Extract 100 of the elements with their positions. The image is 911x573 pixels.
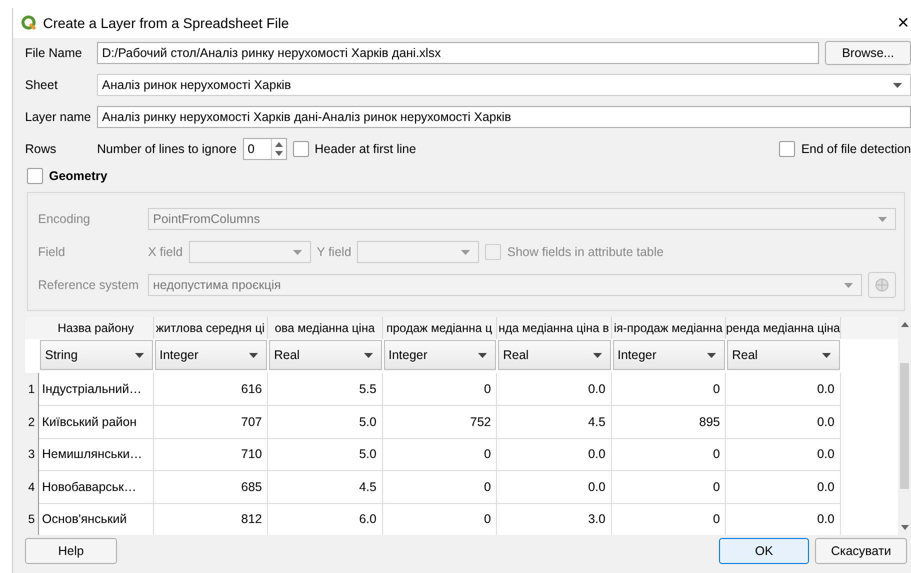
table-cell: 0.0 (497, 373, 612, 406)
caret-icon[interactable] (364, 352, 372, 358)
scrollbar[interactable] (898, 317, 911, 535)
sheet-dropdown[interactable]: Аналіз ринок нерухомості Харків (97, 74, 911, 96)
field-label: Reference system (38, 278, 140, 292)
crs-dropdown[interactable]: недопустима проєкція (148, 274, 862, 296)
caret-icon[interactable] (592, 352, 602, 358)
checkbox-label: Show fields in attribute table (507, 245, 664, 259)
table-cell: 0 (612, 470, 726, 504)
table-cell: 685 (154, 470, 268, 504)
table-cell: 0.0 (726, 503, 840, 535)
help-button[interactable]: Help (25, 538, 117, 564)
field-label: Number of lines to ignore (97, 142, 237, 156)
scroll-down-icon[interactable] (900, 525, 908, 531)
x-field-dropdown[interactable] (188, 241, 311, 263)
column-header[interactable]: нда медіанна ціна в (497, 317, 612, 339)
table-cell: 5.0 (268, 406, 382, 438)
field-label: File Name (25, 46, 83, 60)
type-dropdown[interactable]: Integer (154, 340, 267, 370)
caret-icon[interactable] (822, 352, 830, 358)
table-cell: 0.0 (726, 373, 840, 406)
checkbox-label: End of file detection (801, 142, 911, 156)
caret-icon[interactable] (893, 82, 902, 88)
scroll-up-icon[interactable] (900, 321, 908, 327)
field-label: Y field (316, 245, 352, 259)
checkbox[interactable] (27, 168, 43, 184)
type-dropdown[interactable]: Integer (612, 340, 725, 370)
checkbox[interactable] (779, 141, 796, 157)
file-name-field[interactable]: D:/Рабочий стол/Аналіз ринку нерухомості Харків дані.xlsx (97, 42, 819, 64)
table-cell: 0 (382, 373, 497, 406)
field-label: Encoding (38, 212, 92, 226)
layer-name-field[interactable]: Аналіз ринку нерухомості Харків дані-Аналіз ринок нерухомості Харків (97, 106, 911, 128)
close-button[interactable]: × (897, 12, 911, 34)
crs-select-button[interactable] (868, 272, 896, 298)
row-number: 3 (25, 438, 39, 471)
table-cell: Основ'янський (39, 503, 154, 535)
column-header[interactable]: ова медіанна ціна (268, 317, 382, 339)
cancel-button[interactable]: Скасувати (815, 538, 907, 564)
field-label: Rows (25, 142, 58, 156)
row-number: 1 (25, 373, 39, 406)
table-cell: 616 (154, 373, 268, 406)
table-cell: 4.5 (268, 470, 382, 504)
type-dropdown[interactable]: Real (269, 340, 382, 370)
table-cell: 0.0 (497, 438, 612, 471)
table-cell: Київський район (39, 406, 154, 438)
table-cell: 0 (382, 503, 497, 535)
table-cell: 3.0 (497, 503, 612, 535)
row-number: 4 (25, 470, 39, 504)
table-cell: 707 (154, 406, 268, 438)
table-cell: 6.0 (268, 503, 382, 535)
checkbox[interactable] (292, 141, 309, 157)
y-field-dropdown[interactable] (357, 241, 480, 263)
table-cell: 0 (612, 438, 726, 471)
checkbox-label: Header at first line (314, 142, 416, 156)
table-cell: 0 (612, 503, 726, 535)
column-header[interactable]: продаж медіанна ц (382, 317, 497, 339)
table-cell: 0 (382, 470, 497, 504)
caret-icon[interactable] (707, 352, 716, 358)
table-cell: 0 (382, 438, 497, 471)
table-cell: 895 (612, 406, 726, 438)
type-dropdown[interactable]: Integer (384, 340, 496, 370)
table-cell: 0 (612, 373, 726, 406)
caret-icon[interactable] (134, 352, 144, 358)
lines-spinbox[interactable]: 0 (242, 138, 287, 160)
logo-icon (21, 15, 37, 31)
field-label: Layer name (25, 110, 91, 124)
table-cell: 0.0 (497, 470, 612, 504)
column-header[interactable]: Назва району (39, 317, 154, 339)
globe-icon[interactable] (874, 277, 890, 293)
table-cell: 5.0 (268, 438, 382, 471)
browse-button[interactable]: Browse... (825, 41, 911, 65)
row-number: 5 (25, 503, 39, 535)
window-title: Create a Layer from a Spreadsheet File (43, 15, 290, 31)
table-cell: 5.5 (268, 373, 382, 406)
ok-button[interactable]: OK (719, 538, 809, 564)
table-cell: 710 (154, 438, 268, 471)
caret-icon[interactable] (249, 352, 258, 358)
table-cell: Новобаварськ… (39, 470, 154, 504)
type-dropdown[interactable]: Real (498, 340, 610, 370)
table-cell: Індустріальний… (39, 373, 154, 406)
field-label: Sheet (25, 78, 59, 92)
row-number: 2 (25, 406, 39, 438)
column-header[interactable]: ія-продаж медіанна (612, 317, 726, 339)
table-cell: 0.0 (726, 470, 840, 504)
table-cell: 812 (154, 503, 268, 535)
type-dropdown[interactable]: Real (727, 340, 840, 370)
table-cell: 752 (382, 406, 497, 438)
caret-icon[interactable] (478, 352, 487, 358)
type-dropdown[interactable]: String (40, 340, 152, 370)
field-label: X field (148, 245, 183, 259)
group-title: Geometry (49, 169, 108, 183)
table-cell: 0.0 (726, 406, 840, 438)
checkbox[interactable] (485, 244, 502, 260)
encoding-dropdown[interactable]: PointFromColumns (148, 208, 896, 230)
spin-arrows-icon[interactable] (274, 140, 283, 158)
column-header[interactable]: житлова середня ці (154, 317, 268, 339)
table-cell: 4.5 (497, 406, 612, 438)
table-cell: 0.0 (726, 438, 840, 471)
field-label: Field (38, 245, 66, 259)
table-cell: Немишлянськи… (39, 438, 154, 471)
